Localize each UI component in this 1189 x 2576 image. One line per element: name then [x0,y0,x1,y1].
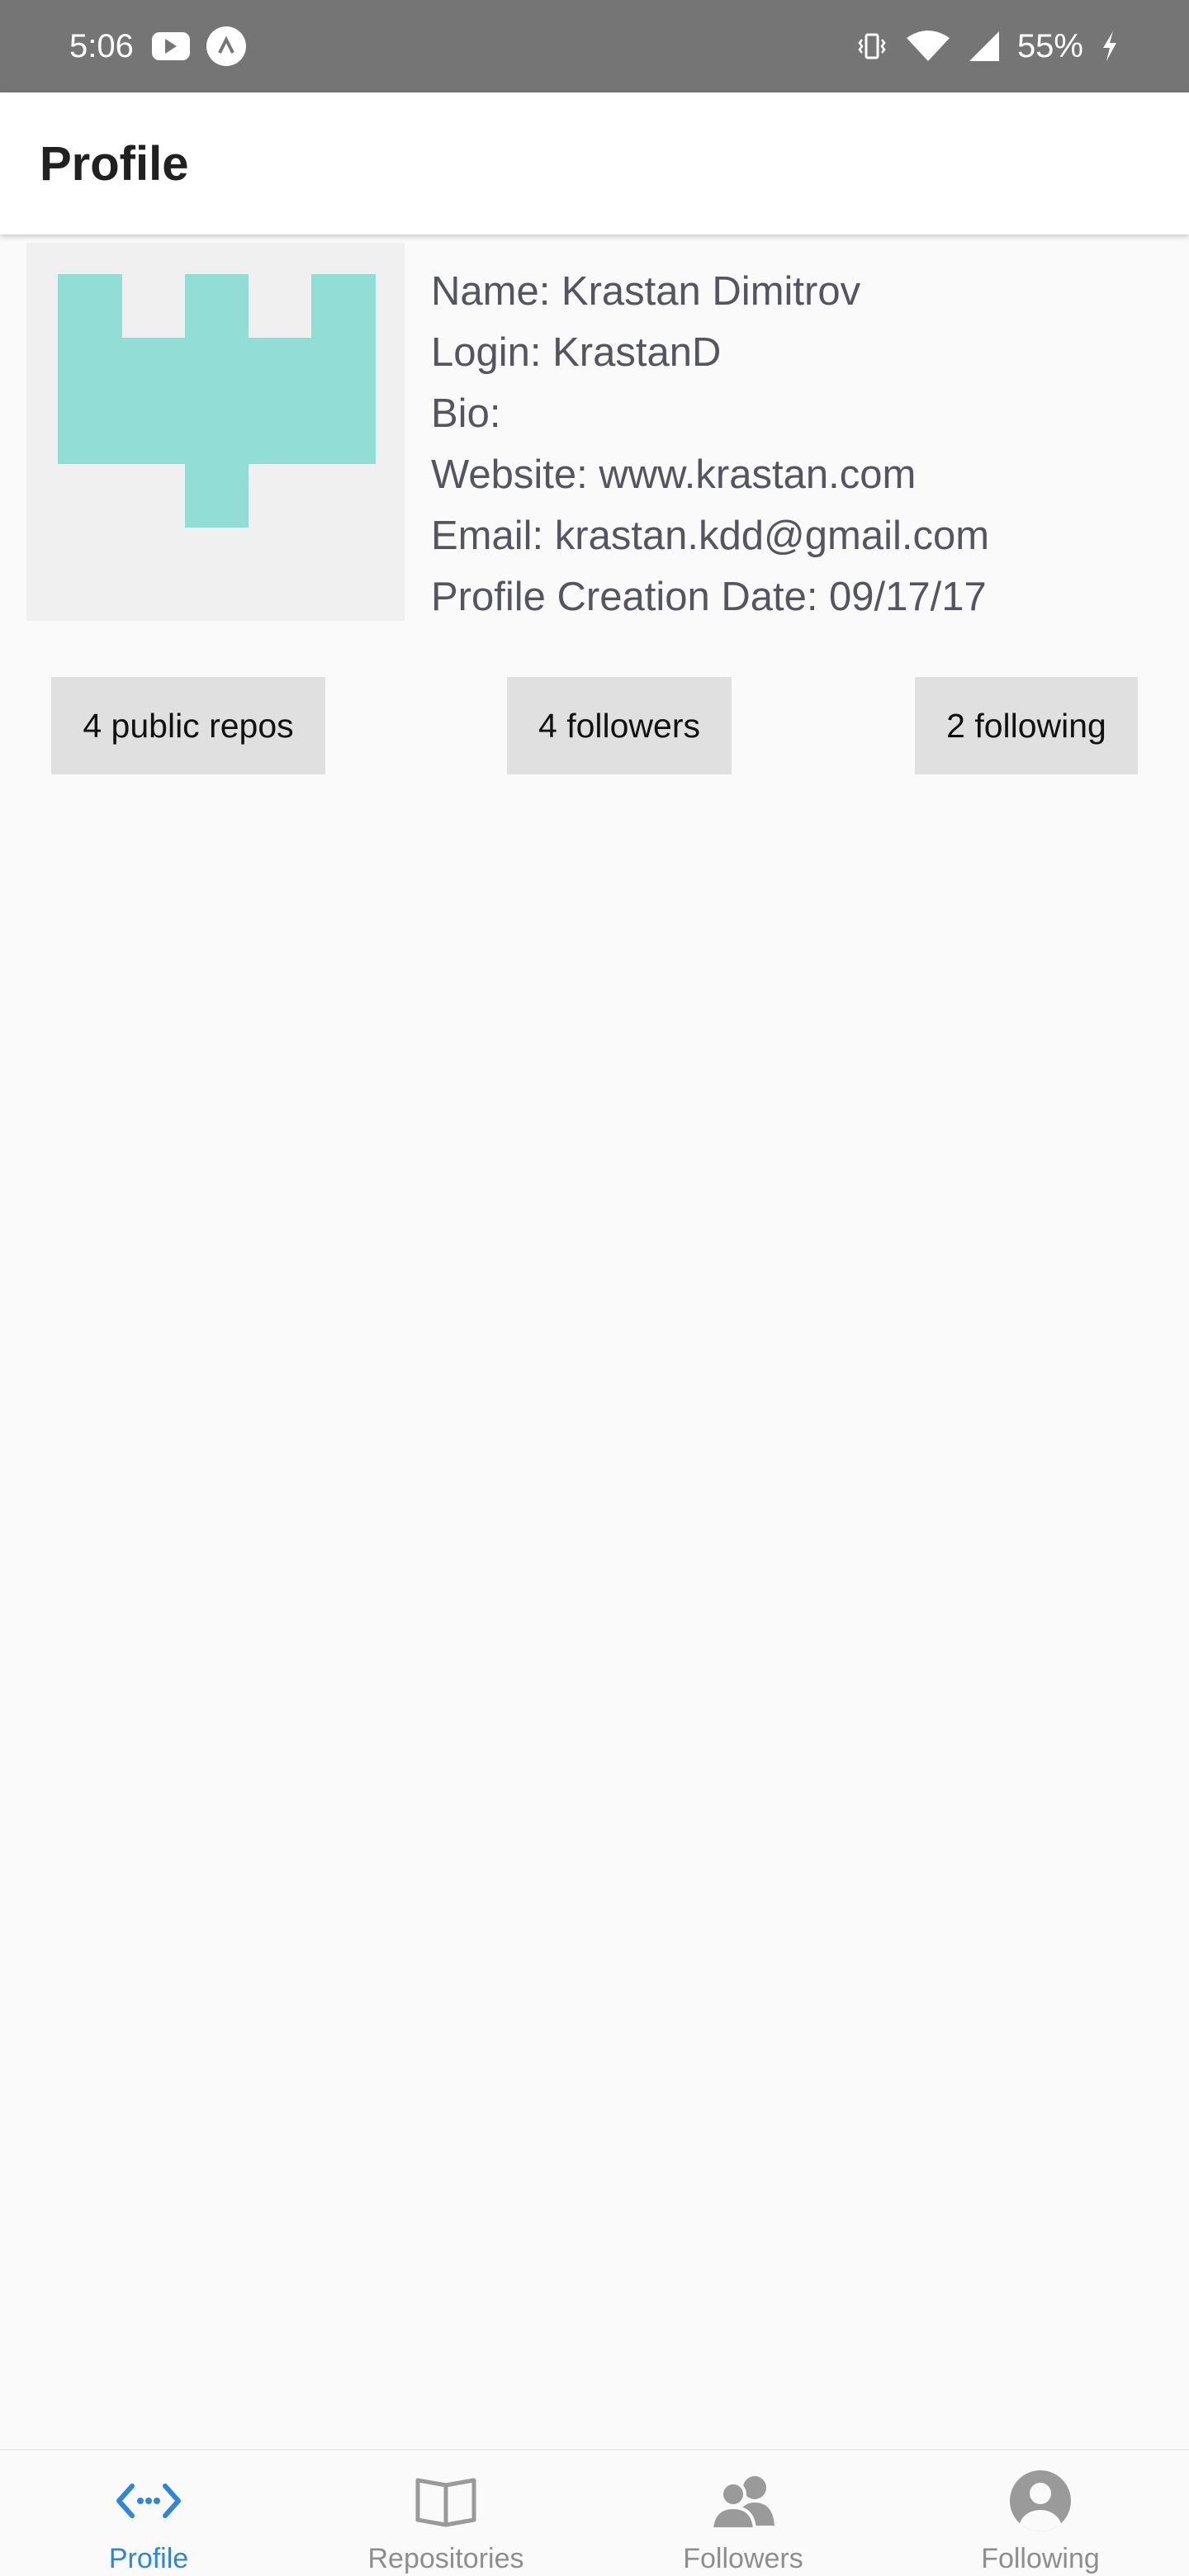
profile-bio: Bio: [431,391,501,436]
status-bar: 5:06 55% [0,0,1189,92]
avatar [26,243,405,621]
book-icon [410,2469,481,2533]
nav-repositories[interactable]: Repositories [297,2451,594,2576]
profile-login: Login: KrastanD [431,330,722,375]
charging-icon [1100,30,1120,63]
public-repos-button[interactable]: 4 public repos [51,677,325,774]
identicon-image [58,274,376,528]
status-time: 5:06 [69,27,134,64]
nav-label-following: Following [981,2543,1100,2574]
status-right: 55% [839,28,1120,65]
profile-email: Email: krastan.kdd@gmail.com [431,514,990,558]
nav-label-repositories: Repositories [367,2543,524,2574]
following-button[interactable]: 2 following [915,677,1138,774]
nav-label-followers: Followers [683,2543,803,2574]
nav-profile[interactable]: Profile [0,2451,297,2576]
nav-following[interactable]: Following [892,2451,1189,2576]
status-left: 5:06 [69,26,246,66]
nav-followers[interactable]: Followers [594,2451,892,2576]
profile-creation-date: Profile Creation Date: 09/17/17 [431,575,987,619]
battery-percent: 55% [1016,27,1083,64]
code-icon [113,2469,184,2533]
profile-website: Website: www.krastan.com [431,452,917,497]
signal-icon [968,30,1001,63]
youtube-icon [151,32,190,60]
page-title: Profile [40,136,189,191]
vibrate-icon [855,30,888,63]
bottom-nav: Profile Repositories Followers Following [0,2449,1189,2576]
followers-button[interactable]: 4 followers [507,677,732,774]
people-icon [708,2469,779,2533]
nav-label-profile: Profile [108,2543,189,2574]
wifi-icon [905,30,951,63]
profile-name: Name: Krastan Dimitrov [431,269,861,314]
person-icon [1005,2469,1076,2533]
app-bar: Profile [0,92,1189,234]
profile-info: Name: Krastan Dimitrov Login: KrastanD B… [431,261,1174,627]
app-icon [206,26,246,66]
